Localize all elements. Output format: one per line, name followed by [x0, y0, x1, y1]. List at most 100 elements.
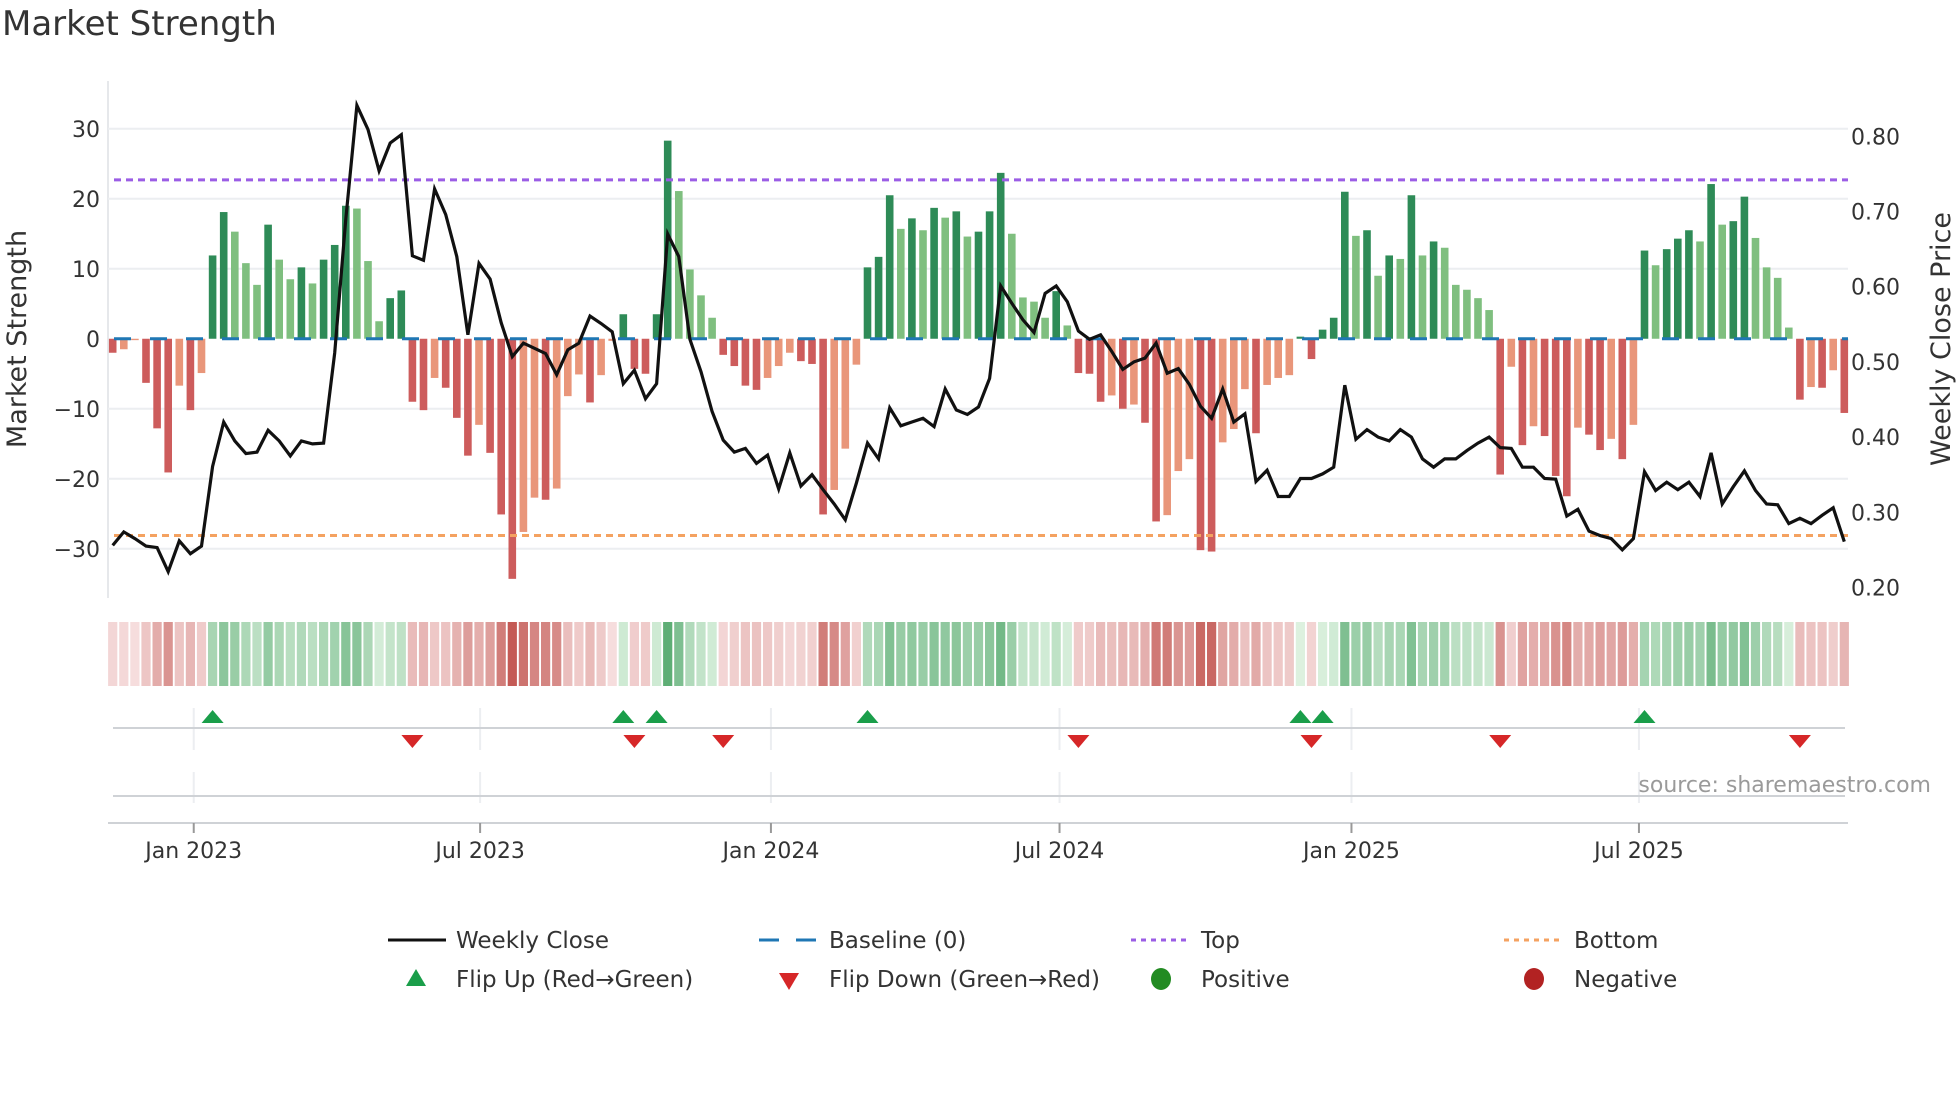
- legend-item-flip-up[interactable]: Flip Up (Red→Green): [406, 967, 693, 993]
- strength-bar: [597, 338, 605, 376]
- strength-cell: [219, 622, 229, 686]
- strength-cell: [807, 622, 817, 686]
- strength-cell: [418, 622, 429, 686]
- strength-cell: [874, 622, 884, 686]
- strength-cell: [774, 622, 784, 686]
- strength-cell: [1506, 622, 1516, 686]
- strength-bars: [108, 140, 1849, 579]
- strength-bar: [1585, 338, 1593, 435]
- strength-bar: [930, 207, 938, 339]
- strength-cell: [1750, 622, 1761, 686]
- strength-cell: [1706, 622, 1716, 686]
- legend-item-baseline[interactable]: Baseline (0): [759, 928, 966, 954]
- strength-cell: [385, 622, 395, 686]
- strength-cell: [1639, 622, 1650, 686]
- strength-cell: [174, 622, 184, 686]
- strength-bar: [1718, 224, 1726, 339]
- strength-cell: [507, 622, 517, 686]
- strength-bar: [874, 256, 883, 339]
- x-axis: Jan 2023 Jul 2023 Jan 2024 Jul 2024 Jan 2025…: [108, 822, 1848, 864]
- x-tick-label: Jan 2023: [143, 839, 242, 864]
- strength-cell: [1440, 622, 1450, 686]
- strength-bar: [453, 338, 461, 418]
- strength-cell: [1728, 622, 1738, 686]
- legend-item-negative[interactable]: Negative: [1524, 967, 1677, 993]
- strength-bar: [1440, 247, 1449, 339]
- x-tick-label: Jul 2023: [433, 839, 525, 864]
- strength-bar: [708, 317, 716, 339]
- strength-cell: [1306, 622, 1317, 686]
- legend-item-flip-down[interactable]: Flip Down (Green→Red): [779, 967, 1100, 993]
- y-left-tick-label: 20: [72, 188, 100, 213]
- strength-cell: [1562, 622, 1572, 686]
- strength-cell: [707, 622, 717, 686]
- strength-cell: [751, 622, 762, 686]
- y-right-tick-label: 0.60: [1851, 276, 1900, 301]
- flip-up-marker: [201, 710, 224, 723]
- y-left-tick-label: 30: [72, 118, 100, 143]
- strength-bar: [1829, 338, 1837, 371]
- strength-cell: [1029, 622, 1039, 686]
- strength-bar: [1551, 338, 1560, 476]
- strength-cell: [1018, 622, 1028, 686]
- strength-cell: [629, 622, 639, 686]
- strength-bar: [1574, 338, 1582, 428]
- strength-cell: [1839, 622, 1849, 686]
- strength-cell: [1695, 622, 1705, 686]
- legend-item-positive[interactable]: Positive: [1151, 967, 1290, 993]
- strength-bar: [774, 338, 783, 367]
- strength-cell: [1129, 622, 1139, 686]
- strength-bar: [919, 230, 927, 339]
- strength-bar: [552, 338, 561, 489]
- strength-cell: [618, 622, 628, 686]
- strength-cell: [1462, 622, 1472, 686]
- strength-cell: [851, 622, 861, 686]
- strength-bar: [1329, 317, 1338, 339]
- strength-bar: [852, 338, 861, 365]
- y-left-title: Market Strength: [2, 230, 33, 448]
- strength-bar: [908, 218, 916, 339]
- strength-cell: [108, 622, 118, 686]
- strength-cell: [829, 622, 839, 686]
- strength-bar: [175, 338, 184, 386]
- strength-cell: [1617, 622, 1627, 686]
- strength-cell: [1162, 622, 1172, 686]
- legend-item-weekly-close[interactable]: Weekly Close: [388, 928, 609, 954]
- strength-bar: [841, 338, 850, 449]
- strength-cell: [1584, 622, 1594, 686]
- legend-label: Flip Down (Green→Red): [829, 967, 1100, 993]
- strength-bar: [142, 338, 150, 383]
- flip-down-marker: [712, 735, 735, 748]
- legend-item-top[interactable]: Top: [1131, 928, 1240, 954]
- strength-bar: [1063, 325, 1072, 339]
- strength-cell: [1495, 622, 1505, 686]
- flip-down-marker: [623, 735, 646, 748]
- strength-bar: [1008, 233, 1016, 339]
- strength-bar: [219, 212, 228, 339]
- strength-cell: [1795, 622, 1805, 686]
- strength-bar: [1596, 338, 1604, 451]
- strength-bar: [1696, 241, 1704, 339]
- strength-bar: [197, 338, 206, 374]
- strength-bar: [231, 231, 239, 339]
- strength-cell: [663, 622, 673, 686]
- strength-cell: [918, 622, 928, 686]
- legend-label: Negative: [1574, 967, 1677, 993]
- strength-bar: [120, 338, 128, 350]
- y-right-tick-label: 0.40: [1851, 426, 1900, 451]
- strength-cell: [1140, 622, 1150, 686]
- strength-bar: [353, 208, 361, 339]
- strength-cell: [307, 622, 318, 686]
- flip-down-marker: [1300, 735, 1323, 748]
- strength-cell: [1218, 622, 1228, 686]
- strength-bar: [1485, 310, 1493, 339]
- strength-bar: [319, 259, 328, 339]
- strength-bar: [763, 338, 772, 378]
- strength-bar: [1318, 329, 1327, 339]
- strength-cell: [1762, 622, 1772, 686]
- strength-cell: [1318, 622, 1328, 686]
- strength-bar: [164, 338, 172, 473]
- strength-bar: [530, 338, 539, 498]
- strength-bar: [1407, 195, 1416, 339]
- legend-item-bottom[interactable]: Bottom: [1504, 928, 1658, 954]
